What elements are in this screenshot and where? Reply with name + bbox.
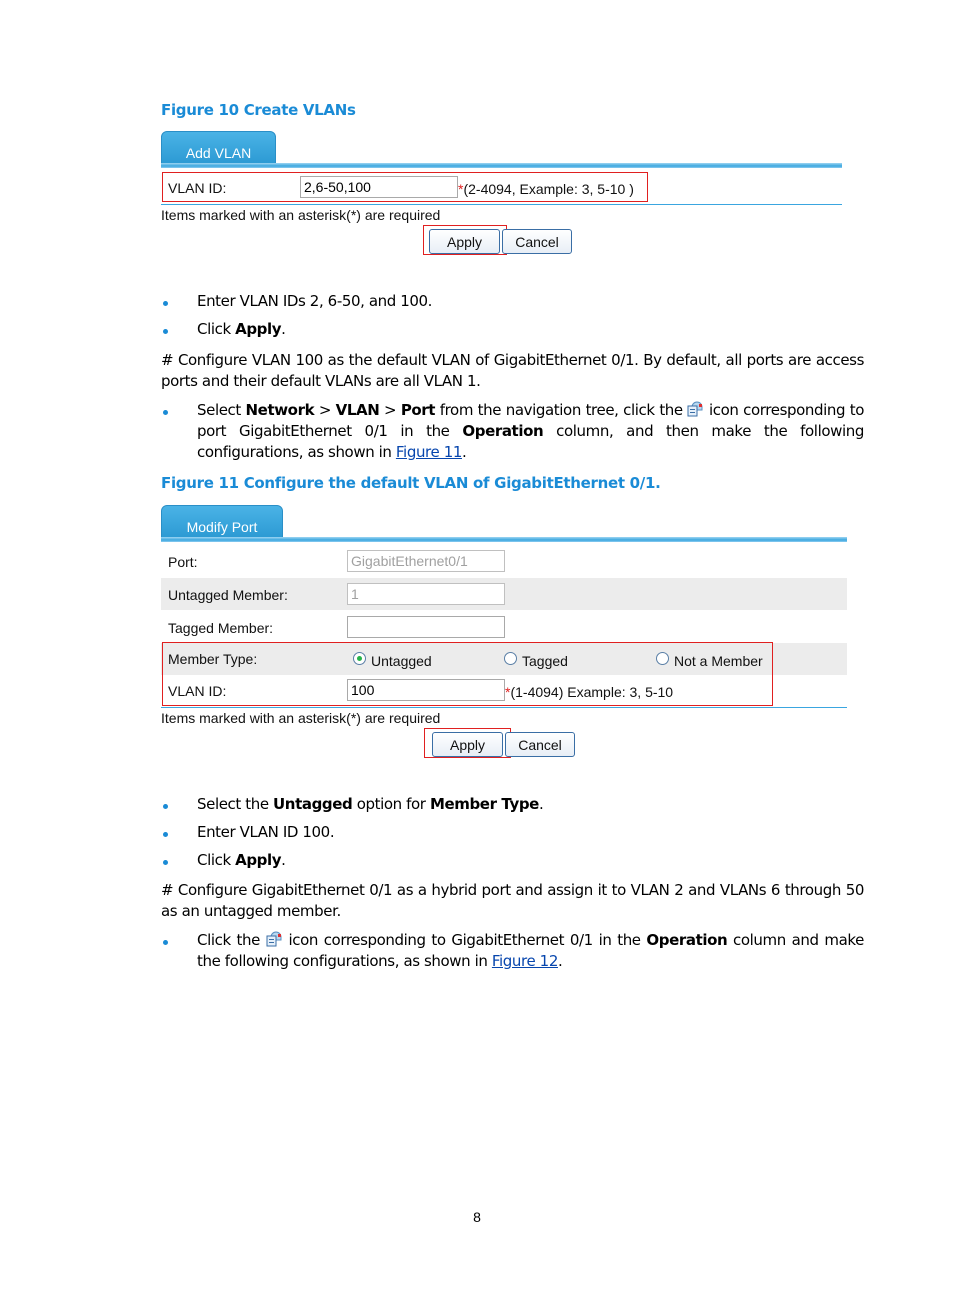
- vlan-id-hint: *(2-4094, Example: 3, 5-10 ): [458, 181, 634, 197]
- cancel-button[interactable]: Cancel: [505, 732, 575, 757]
- figure-11-caption: Figure 11 Configure the default VLAN of …: [161, 474, 661, 492]
- text-bold: Operation: [646, 931, 728, 949]
- bullet: [163, 301, 168, 306]
- text-bold: Member Type: [429, 795, 539, 813]
- text-bold: Operation: [462, 422, 544, 440]
- figure-10-caption: Figure 10 Create VLANs: [161, 101, 356, 119]
- text: .: [281, 851, 286, 869]
- figure-12-link[interactable]: Figure 12: [492, 952, 558, 970]
- step-bold: Apply: [235, 320, 282, 338]
- figure-11-link[interactable]: Figure 11: [396, 443, 462, 461]
- untagged-member-input: [347, 583, 505, 605]
- text: Select the: [197, 795, 274, 813]
- paragraph-configure-hybrid: # Configure GigabitEthernet 0/1 as a hyb…: [161, 881, 864, 920]
- port-operation-icon: [687, 401, 703, 417]
- text: >: [314, 401, 336, 419]
- text: .: [557, 952, 563, 970]
- step-select-untagged: Select the Untagged option for Member Ty…: [197, 794, 544, 815]
- text-bold: Untagged: [273, 795, 353, 813]
- text: Click the: [197, 931, 266, 949]
- text-bold: Network: [245, 401, 315, 419]
- required-note: Items marked with an asterisk(*) are req…: [161, 207, 441, 223]
- text-bold: Port: [400, 401, 436, 419]
- bullet: [163, 832, 168, 837]
- cancel-button[interactable]: Cancel: [502, 229, 572, 254]
- tagged-member-label: Tagged Member:: [168, 620, 274, 636]
- bullet: [163, 860, 168, 865]
- divider: [161, 204, 842, 205]
- text: Click: [197, 851, 236, 869]
- highlight-box: [423, 225, 507, 255]
- step-click-apply: Click Apply.: [197, 319, 286, 340]
- untagged-member-label: Untagged Member:: [168, 587, 288, 603]
- step-text: Click: [197, 320, 236, 338]
- bullet: [163, 804, 168, 809]
- text: from the navigation tree, click the: [435, 401, 688, 419]
- text-bold: Apply: [235, 851, 282, 869]
- tagged-member-input[interactable]: [347, 616, 505, 638]
- text: option for: [352, 795, 430, 813]
- highlight-box: [424, 728, 511, 758]
- step-enter-vlan-id: Enter VLAN ID 100.: [197, 823, 335, 841]
- text: icon corresponding to GigabitEthernet 0/…: [282, 931, 647, 949]
- step-click-operation-icon: Click the icon corresponding to GigabitE…: [197, 930, 864, 972]
- step-click-apply: Click Apply.: [197, 850, 286, 871]
- step-select-network-vlan-port: Select Network > VLAN > Port from the na…: [197, 400, 864, 463]
- text: .: [538, 795, 544, 813]
- port-label: Port:: [168, 554, 198, 570]
- required-note: Items marked with an asterisk(*) are req…: [161, 710, 441, 726]
- bullet: [163, 940, 168, 945]
- bullet: [163, 329, 168, 334]
- vlan-id-input[interactable]: [300, 176, 458, 198]
- port-operation-icon: [266, 931, 282, 947]
- step-enter-vlan-ids: Enter VLAN IDs 2, 6-50, and 100.: [197, 292, 433, 310]
- step-text: .: [281, 320, 286, 338]
- tab-modify-port[interactable]: Modify Port: [161, 505, 283, 541]
- text: >: [379, 401, 401, 419]
- port-input: [347, 550, 505, 572]
- text: Select: [197, 401, 246, 419]
- highlight-box: [162, 642, 773, 706]
- tab-underline: [161, 163, 842, 168]
- vlan-id-label: VLAN ID:: [168, 180, 227, 196]
- tab-underline: [161, 537, 847, 542]
- page-number: 8: [473, 1209, 481, 1225]
- vlan-id-range-hint: (2-4094, Example: 3, 5-10 ): [463, 181, 634, 197]
- paragraph-configure-vlan100: # Configure VLAN 100 as the default VLAN…: [161, 351, 864, 390]
- text: .: [461, 443, 467, 461]
- divider: [161, 707, 847, 708]
- bullet: [163, 410, 168, 415]
- tab-add-vlan[interactable]: Add VLAN: [161, 131, 276, 167]
- text-bold: VLAN: [335, 401, 380, 419]
